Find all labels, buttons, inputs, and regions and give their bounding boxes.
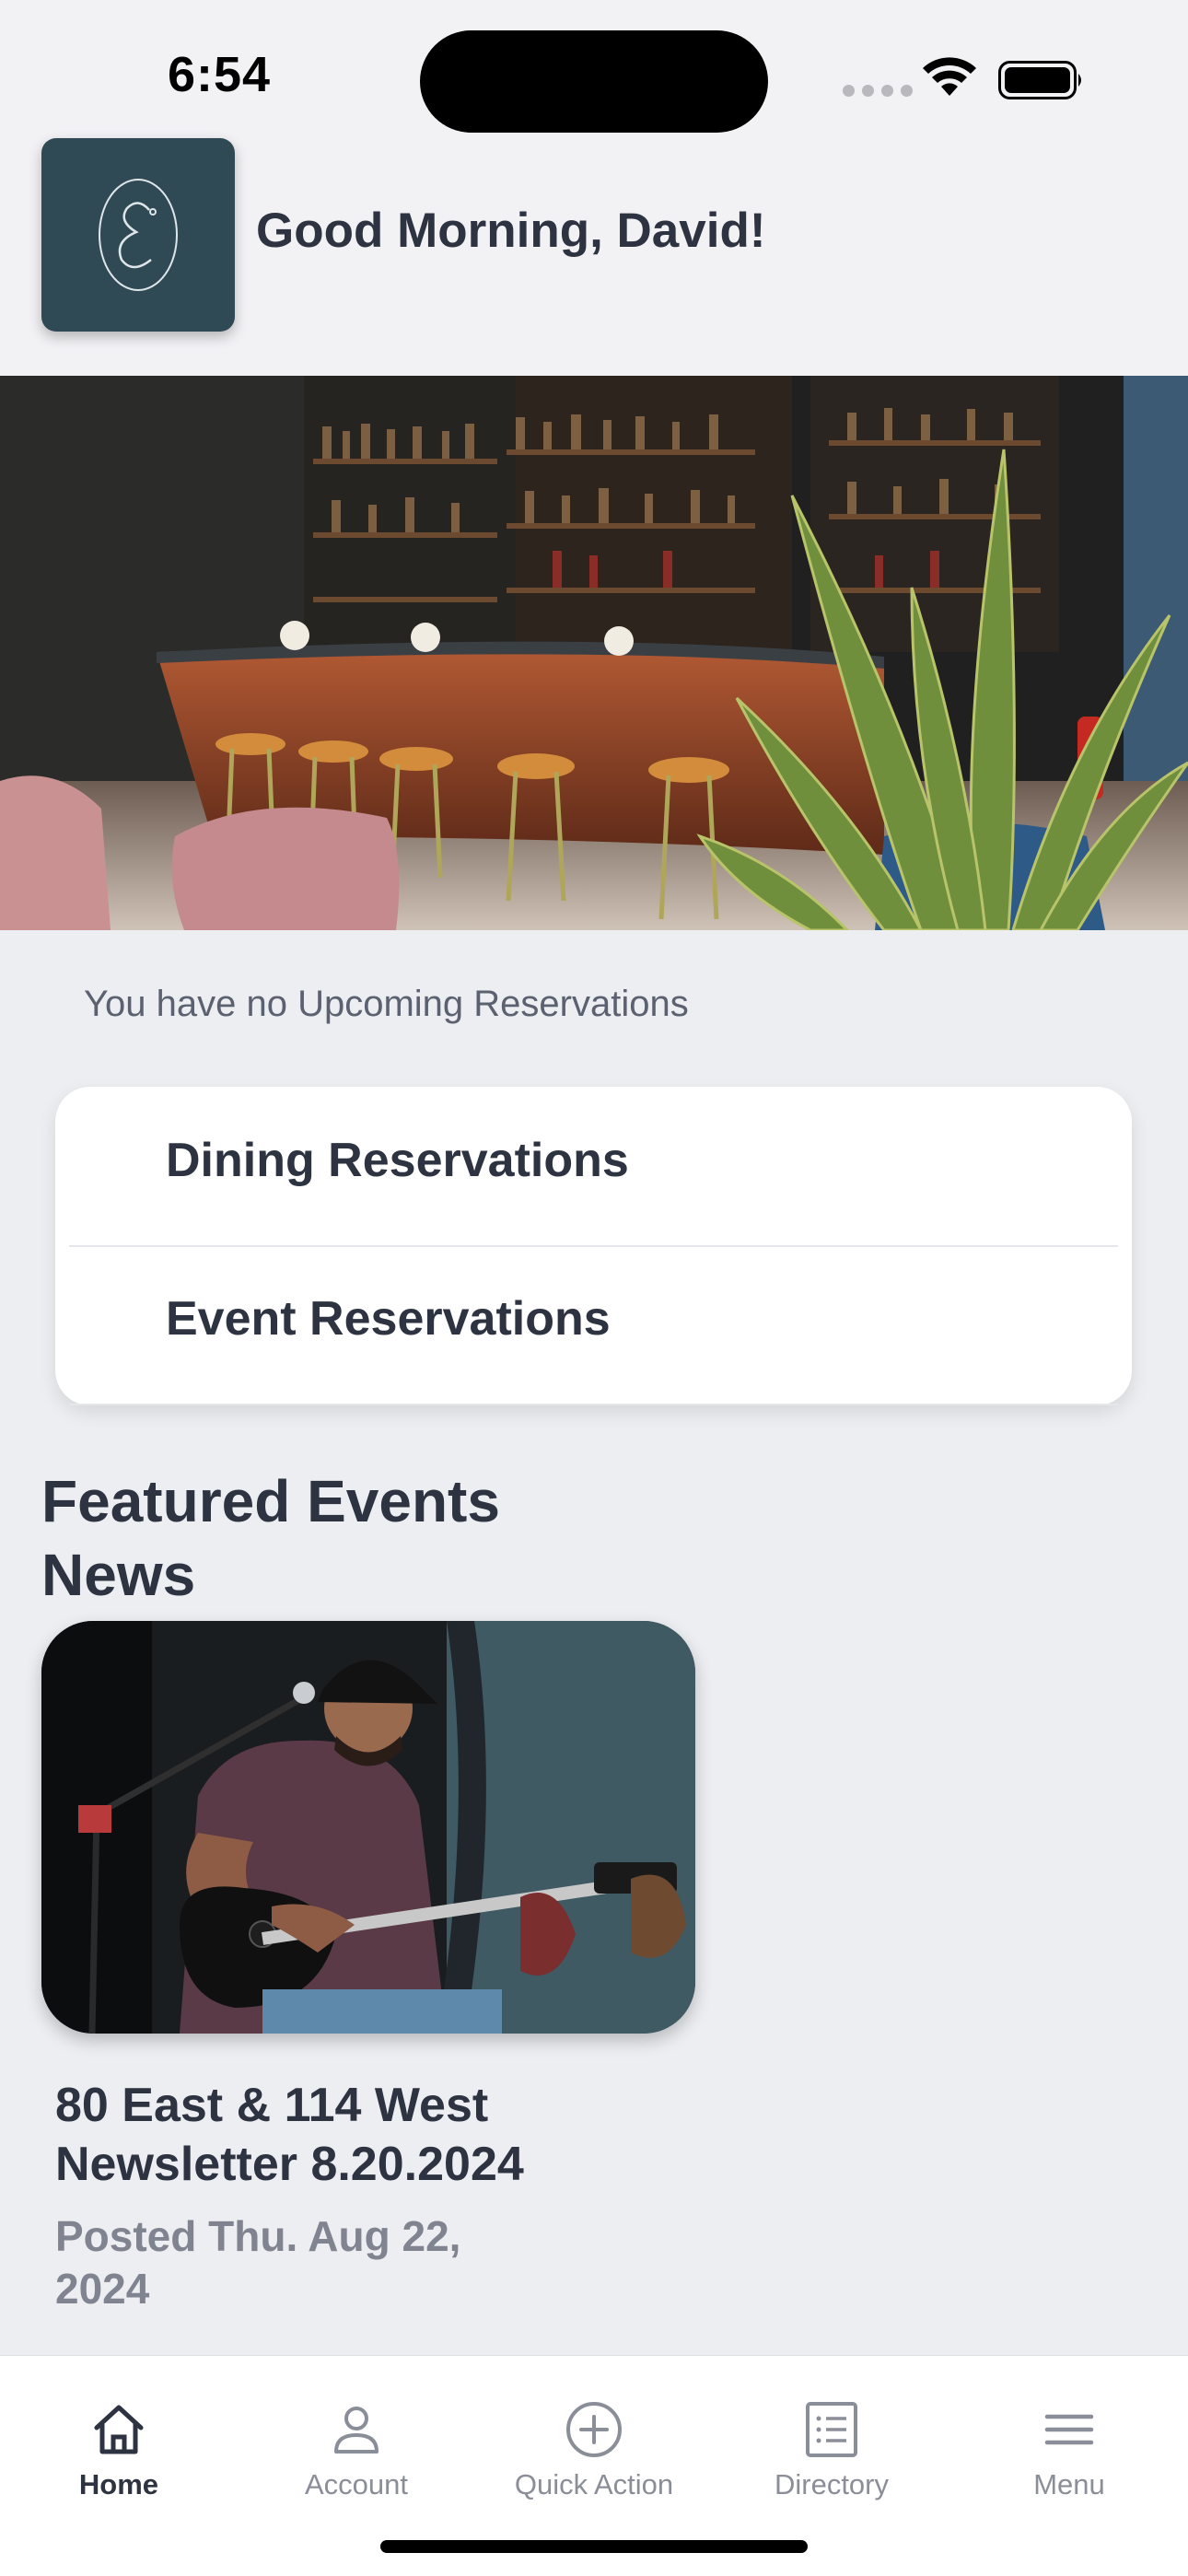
tab-home[interactable]: Home [0, 2400, 238, 2501]
status-bar: 6:54 [0, 0, 1188, 138]
battery-icon [998, 61, 1081, 99]
dining-reservations-label: Dining Reservations [166, 1134, 629, 1187]
tab-account[interactable]: Account [238, 2400, 475, 2501]
hero-image [0, 376, 1188, 930]
status-time: 6:54 [168, 47, 272, 102]
reservations-card: Dining Reservations Event Reservations [55, 1087, 1132, 1405]
news-date-line1: Posted Thu. Aug 22, [55, 2212, 461, 2260]
tab-home-label: Home [78, 2468, 159, 2500]
tab-quick-action[interactable]: Quick Action [475, 2400, 713, 2501]
event-reservations-label: Event Reservations [166, 1292, 611, 1346]
header: Good Morning, David! [0, 138, 1188, 376]
featured-title-line1: Featured Events [41, 1468, 500, 1534]
news-date-line2: 2024 [55, 2265, 150, 2313]
club-logo[interactable] [41, 138, 235, 332]
dynamic-island [420, 30, 768, 133]
dining-reservations-item[interactable]: Dining Reservations [69, 1087, 1118, 1247]
news-article-image[interactable] [41, 1621, 695, 2034]
wifi-icon [923, 57, 976, 96]
news-title-line2: Newsletter 8.20.2024 [55, 2138, 524, 2191]
cellular-signal-icon [843, 85, 913, 97]
no-reservations-message: You have no Upcoming Reservations [84, 984, 689, 1024]
news-title-line1: 80 East & 114 West [55, 2079, 489, 2132]
tab-menu[interactable]: Menu [950, 2400, 1188, 2501]
tab-directory-label: Directory [774, 2468, 889, 2500]
event-reservations-item[interactable]: Event Reservations [69, 1245, 1118, 1405]
tab-account-label: Account [304, 2468, 408, 2500]
featured-section-title: Featured Events News [41, 1464, 500, 1612]
hamburger-icon [1044, 2414, 1094, 2445]
home-indicator[interactable] [380, 2540, 808, 2553]
tab-menu-label: Menu [1033, 2468, 1105, 2500]
home-icon [94, 2405, 144, 2454]
list-icon [806, 2402, 857, 2457]
tab-quick-action-label: Quick Action [514, 2468, 674, 2500]
news-article-title[interactable]: 80 East & 114 West Newsletter 8.20.2024 [55, 2076, 700, 2194]
logo-mark-icon [99, 179, 178, 291]
news-article-date: Posted Thu. Aug 22, 2024 [55, 2210, 608, 2315]
greeting-text: Good Morning, David! [256, 204, 766, 258]
person-icon [334, 2407, 379, 2454]
plus-circle-icon [566, 2402, 622, 2457]
tab-directory[interactable]: Directory [713, 2400, 950, 2501]
featured-title-line2: News [41, 1542, 196, 1608]
